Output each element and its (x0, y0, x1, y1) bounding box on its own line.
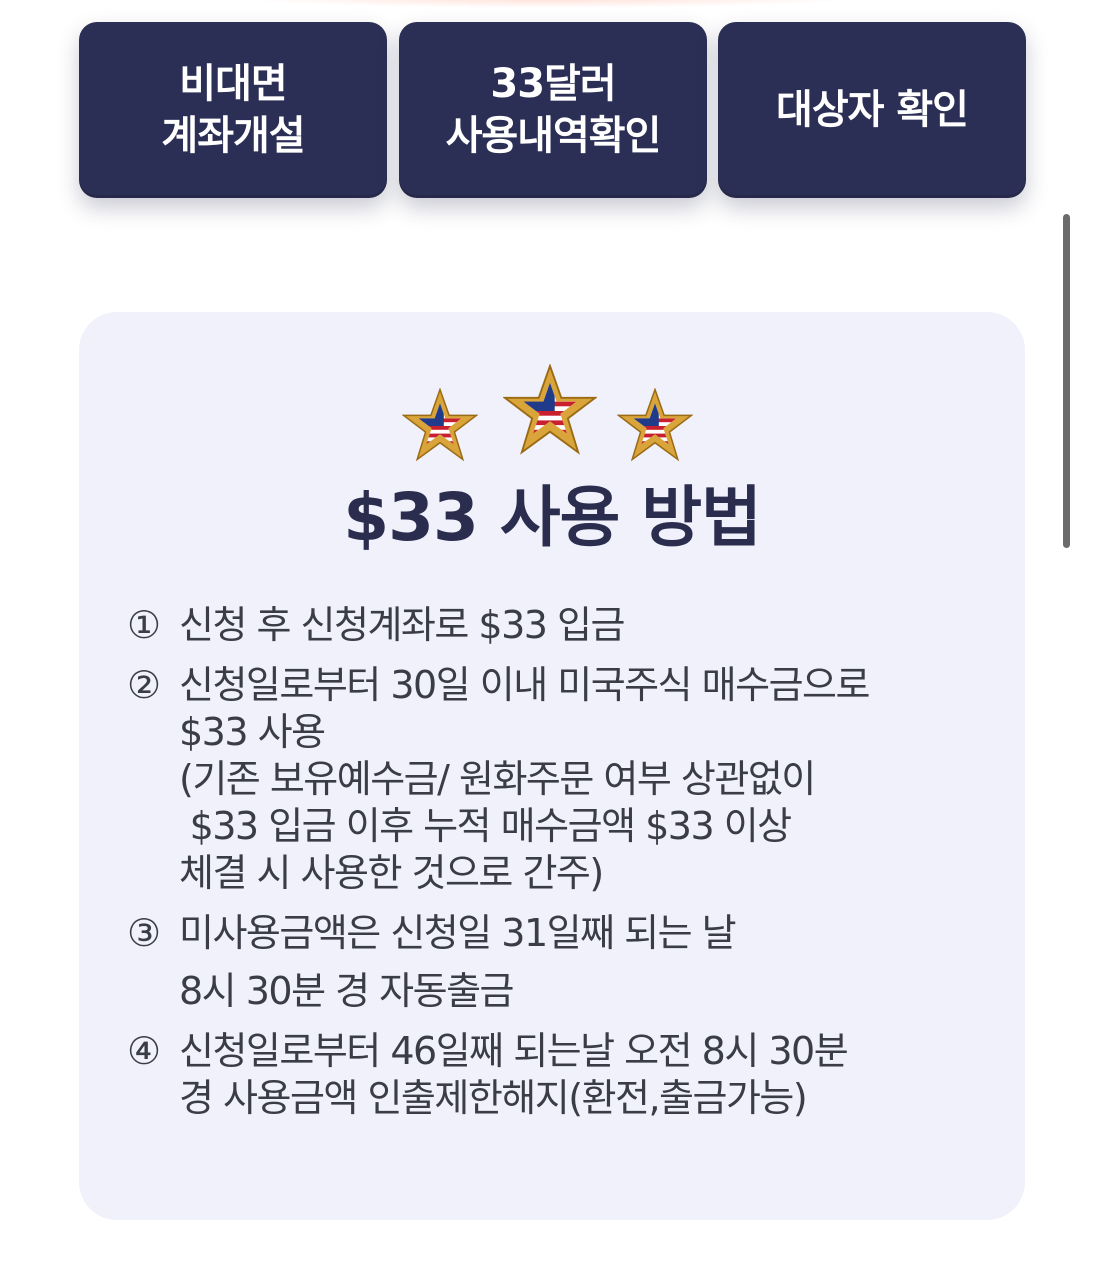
step-number: ① (127, 603, 161, 647)
step-text: 신청 후 신청계좌로 $33 입금 (179, 603, 625, 647)
step-item: ④ 신청일로부터 46일째 되는날 오전 8시 30분 경 사용금액 인출제한해… (127, 1028, 997, 1122)
step-text: 신청일로부터 30일 이내 미국주식 매수금으로 (179, 663, 870, 707)
eligibility-check-button-label: 대상자 확인 (776, 87, 969, 133)
step-text: 미사용금액은 신청일 31일째 되는 날 (179, 911, 737, 955)
us-flag-star-icon (402, 388, 478, 462)
usage-history-button-line2: 사용내역확인 (445, 113, 662, 159)
step-text: 경 사용금액 인출제한해지(환전,출금가능) (179, 1076, 808, 1120)
step-item: ② 신청일로부터 30일 이내 미국주식 매수금으로 $33 사용 (기존 보유… (127, 662, 997, 897)
scrollbar-thumb[interactable] (1063, 214, 1070, 548)
step-text: $33 사용 (179, 710, 326, 754)
step-text: 신청일로부터 46일째 되는날 오전 8시 30분 (179, 1029, 849, 1073)
us-flag-star-icon (503, 364, 597, 455)
open-account-button-line1: 비대면 (179, 61, 287, 107)
step-text: 8시 30분 경 자동출금 (179, 969, 515, 1013)
action-button-row: 비대면 계좌개설 33달러 사용내역확인 대상자 확인 (79, 22, 1026, 198)
usage-history-button-line1: 33달러 (490, 61, 616, 107)
eligibility-check-button[interactable]: 대상자 확인 (718, 22, 1026, 198)
usage-guide-card: $33 사용 방법 ① 신청 후 신청계좌로 $33 입금 ② 신청일로부터 3… (79, 312, 1025, 1220)
step-item: ① 신청 후 신청계좌로 $33 입금 (127, 602, 997, 649)
us-flag-star-icon (617, 388, 693, 462)
step-number: ③ (127, 911, 161, 955)
step-item: ③ 미사용금액은 신청일 31일째 되는 날 8시 30분 경 자동출금 (127, 910, 997, 1015)
card-title: $33 사용 방법 (343, 479, 762, 556)
stars-decoration (79, 364, 1025, 474)
usage-steps-list: ① 신청 후 신청계좌로 $33 입금 ② 신청일로부터 30일 이내 미국주식… (127, 602, 997, 1122)
step-text: $33 입금 이후 누적 매수금액 $33 이상 (179, 804, 793, 848)
step-text: 체결 시 사용한 것으로 간주) (179, 851, 604, 895)
top-glow-decoration (230, 0, 870, 8)
open-account-button-line2: 계좌개설 (161, 113, 305, 159)
usage-history-button[interactable]: 33달러 사용내역확인 (399, 22, 707, 198)
step-number: ② (127, 663, 161, 707)
step-number: ④ (127, 1029, 161, 1073)
step-text: (기존 보유예수금/ 원화주문 여부 상관없이 (179, 757, 816, 801)
open-account-button[interactable]: 비대면 계좌개설 (79, 22, 387, 198)
